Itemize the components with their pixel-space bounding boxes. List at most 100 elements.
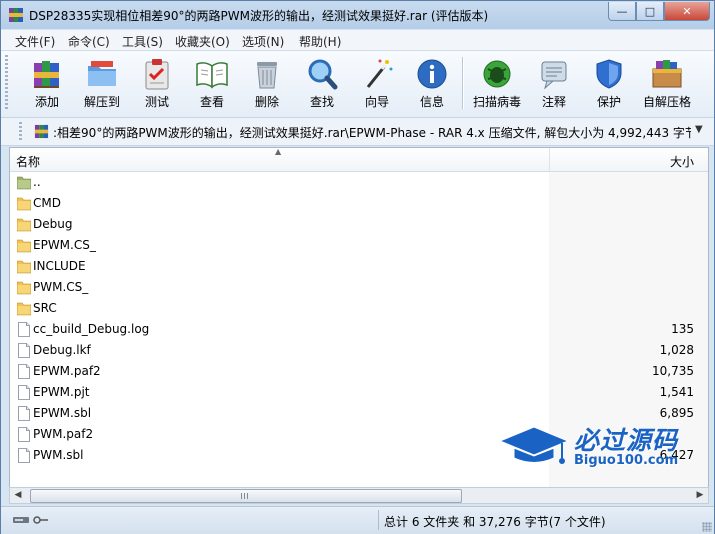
archive-icon (34, 124, 49, 139)
folder-icon (17, 197, 31, 211)
file-name: PWM.sbl (33, 448, 84, 462)
graduation-cap-logo (498, 426, 570, 464)
menu-help[interactable]: 帮助(H) (299, 33, 341, 50)
view-button[interactable]: 查看 (186, 53, 238, 113)
file-size: 1,028 (659, 343, 694, 357)
add-books-icon (34, 61, 59, 88)
file-row[interactable]: EPWM.pjt 1,541 (10, 382, 708, 403)
file-icon (18, 322, 30, 337)
file-size: 135 (671, 322, 694, 336)
window-controls: — □ ✕ (608, 2, 710, 21)
file-name: INCLUDE (33, 259, 86, 273)
maximize-button[interactable]: □ (636, 2, 664, 21)
menu-tools[interactable]: 工具(S) (122, 33, 163, 50)
wand-icon (366, 59, 393, 88)
add-button[interactable]: 添加 (21, 53, 73, 113)
file-row[interactable]: SRC (10, 298, 708, 319)
toolbar: 添加 解压到 测试 查看 删除 查找 向导 信息 扫描病毒 注释 保护 自解压格 (1, 51, 714, 118)
extract-to-button[interactable]: 解压到 (76, 53, 128, 113)
delete-button[interactable]: 删除 (241, 53, 293, 113)
magnifier-icon (308, 59, 338, 90)
sfx-box-icon (652, 60, 682, 88)
title-bar[interactable]: DSP28335实现相位相差90°的两路PWM波形的输出，经测试效果挺好.rar… (1, 1, 714, 29)
column-size[interactable]: 大小 (670, 153, 694, 170)
file-row[interactable]: .. (10, 172, 708, 193)
file-name: SRC (33, 301, 57, 315)
toolbar-grip[interactable] (5, 55, 8, 111)
test-clipboard-icon (145, 59, 169, 90)
sfx-button[interactable]: 自解压格 (641, 53, 693, 113)
status-summary: 总计 6 文件夹 和 37,276 字节(7 个文件) (384, 515, 606, 529)
find-button[interactable]: 查找 (296, 53, 348, 113)
info-label: 信息 (419, 95, 444, 109)
file-row[interactable]: PWM.CS_ (10, 277, 708, 298)
info-icon (417, 59, 447, 89)
file-row[interactable]: EPWM.CS_ (10, 235, 708, 256)
file-name: EPWM.pjt (33, 385, 90, 399)
parent-folder-icon (17, 176, 31, 190)
winrar-window: DSP28335实现相位相差90°的两路PWM波形的输出，经测试效果挺好.rar… (0, 0, 715, 534)
file-name: EPWM.CS_ (33, 238, 96, 252)
watermark-en: Biguo100.com (574, 453, 679, 468)
file-icon (18, 364, 30, 379)
info-button[interactable]: 信息 (406, 53, 458, 113)
scroll-right-icon[interactable]: ▶ (692, 488, 708, 503)
file-size: 6,895 (659, 406, 694, 420)
folder-icon (17, 281, 31, 295)
file-row[interactable]: Debug (10, 214, 708, 235)
file-size: 1,541 (659, 385, 694, 399)
menu-file[interactable]: 文件(F) (15, 33, 55, 50)
list-header: ▲ 名称 大小 (10, 148, 708, 172)
view-book-icon (196, 62, 228, 89)
address-bar: :相差90°的两路PWM波形的输出，经测试效果挺好.rar\EPWM-Phase… (1, 118, 714, 146)
file-name: EPWM.sbl (33, 406, 92, 420)
file-icon (18, 343, 30, 358)
protect-button[interactable]: 保护 (583, 53, 635, 113)
virus-scan-button[interactable]: 扫描病毒 (471, 53, 523, 113)
watermark-cn: 必过源码 (574, 426, 679, 455)
horizontal-scrollbar[interactable]: ◀ ▶ (9, 487, 709, 504)
column-divider[interactable] (549, 148, 550, 171)
trash-icon (257, 62, 277, 89)
resize-grip[interactable] (702, 522, 712, 532)
drive-key-icon[interactable] (13, 515, 49, 525)
file-row[interactable]: INCLUDE (10, 256, 708, 277)
file-icon (18, 448, 30, 463)
comment-button[interactable]: 注释 (528, 53, 580, 113)
file-row[interactable]: CMD (10, 193, 708, 214)
address-grip[interactable] (19, 122, 22, 141)
protect-label: 保护 (596, 95, 621, 109)
file-row[interactable]: cc_build_Debug.log 135 (10, 319, 708, 340)
archive-path[interactable]: :相差90°的两路PWM波形的输出，经测试效果挺好.rar\EPWM-Phase… (53, 124, 691, 141)
folder-icon (17, 260, 31, 274)
scroll-left-icon[interactable]: ◀ (10, 488, 26, 503)
file-name: cc_build_Debug.log (33, 322, 150, 336)
shield-icon (596, 59, 622, 89)
test-button[interactable]: 测试 (131, 53, 183, 113)
virus-scan-icon (483, 60, 511, 88)
file-row[interactable]: EPWM.paf2 10,735 (10, 361, 708, 382)
file-name: PWM.paf2 (33, 427, 94, 441)
sort-ascending-icon: ▲ (275, 147, 282, 156)
file-name: CMD (33, 196, 61, 210)
window-title: DSP28335实现相位相差90°的两路PWM波形的输出，经测试效果挺好.rar… (29, 9, 489, 23)
minimize-button[interactable]: — (608, 2, 636, 21)
winrar-app-icon (9, 8, 23, 22)
column-name[interactable]: 名称 (16, 153, 40, 170)
wizard-button[interactable]: 向导 (351, 53, 403, 113)
menu-favorites[interactable]: 收藏夹(O) (175, 33, 230, 50)
watermark: 必过源码 Biguo100.com (496, 421, 706, 471)
scrollbar-thumb[interactable] (30, 489, 462, 503)
file-row[interactable]: Debug.lkf 1,028 (10, 340, 708, 361)
file-size: 10,735 (652, 364, 694, 378)
close-button[interactable]: ✕ (664, 2, 710, 21)
menu-command[interactable]: 命令(C) (68, 33, 110, 50)
file-name: .. (33, 175, 41, 189)
menu-options[interactable]: 选项(N) (242, 33, 284, 50)
menu-bar: 文件(F) 命令(C) 工具(S) 收藏夹(O) 选项(N) 帮助(H) (1, 30, 714, 51)
status-bar: 总计 6 文件夹 和 37,276 字节(7 个文件) (1, 506, 714, 534)
sfx-label: 自解压格 (642, 95, 691, 109)
folder-icon (17, 302, 31, 316)
chevron-down-icon[interactable]: ▼ (695, 124, 703, 135)
toolbar-separator (462, 57, 464, 109)
